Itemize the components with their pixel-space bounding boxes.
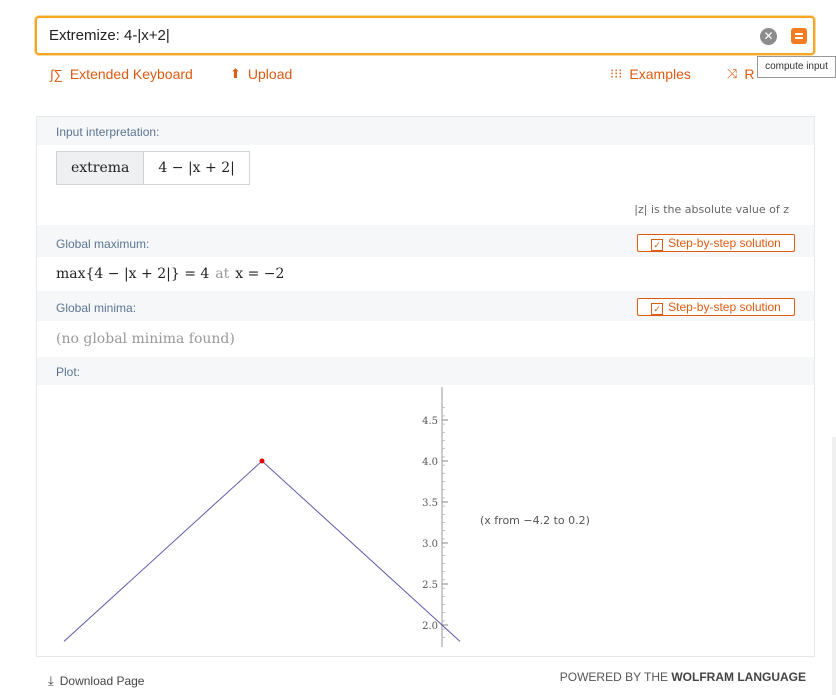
powered-prefix: POWERED BY THE bbox=[559, 670, 668, 684]
global-maximum-title: Global maximum: bbox=[56, 237, 150, 251]
y-tick-label: 4.0 bbox=[422, 457, 438, 468]
no-minima-text: (no global minima found) bbox=[56, 331, 235, 347]
interpretation-cell-extrema: extrema bbox=[57, 152, 145, 184]
random-label: R bbox=[744, 66, 755, 82]
checkbox-icon: ✓ bbox=[651, 239, 664, 251]
compute-tooltip: compute input bbox=[757, 56, 836, 78]
maximum-point bbox=[259, 458, 265, 464]
max-location: x = −2 bbox=[235, 266, 285, 282]
download-icon: ⤓ bbox=[48, 673, 54, 688]
checkbox-icon: ✓ bbox=[651, 303, 664, 315]
upload-icon: ⬆ bbox=[230, 66, 241, 81]
search-bar[interactable]: Extremize: 4-|x+2| ✕ bbox=[35, 16, 815, 55]
y-tick-label: 4.5 bbox=[422, 416, 438, 427]
global-maximum-result: max{4 − |x + 2|} = 4 at x = −2 bbox=[56, 266, 284, 282]
function-curve bbox=[63, 460, 461, 642]
upload-link[interactable]: ⬆ Upload bbox=[230, 66, 292, 82]
random-link[interactable]: ⤨ R bbox=[727, 66, 755, 82]
step-by-step-label-min: Step-by-step solution bbox=[668, 300, 781, 314]
interpretation-table: extrema 4 − |x + 2| bbox=[56, 151, 250, 185]
scrollbar[interactable] bbox=[832, 437, 836, 695]
extended-keyboard-label: Extended Keyboard bbox=[69, 66, 193, 82]
extended-keyboard-link[interactable]: ∫∑ Extended Keyboard bbox=[50, 66, 193, 82]
download-label: Download Page bbox=[59, 674, 145, 688]
clear-button[interactable]: ✕ bbox=[760, 28, 777, 45]
y-tick-label: 3.0 bbox=[422, 539, 438, 550]
compute-button[interactable] bbox=[791, 28, 807, 44]
step-by-step-button-min[interactable]: ✓ Step-by-step solution bbox=[637, 298, 795, 316]
shuffle-icon: ⤨ bbox=[727, 66, 738, 81]
grid-icon: ⁝⁝⁝ bbox=[610, 66, 623, 81]
download-page-link[interactable]: ⤓ Download Page bbox=[48, 673, 144, 689]
step-by-step-button-max[interactable]: ✓ Step-by-step solution bbox=[637, 234, 795, 252]
powered-by: POWERED BY THE WOLFRAM LANGUAGE bbox=[560, 670, 806, 684]
at-word: at bbox=[215, 266, 230, 282]
keyboard-icon: ∫∑ bbox=[50, 66, 63, 82]
input-interpretation-title: Input interpretation: bbox=[56, 125, 160, 139]
upload-label: Upload bbox=[247, 66, 293, 82]
absolute-value-note: |z| is the absolute value of z bbox=[634, 203, 789, 216]
plot-range-note: (x from −4.2 to 0.2) bbox=[480, 514, 590, 527]
y-tick-label: 2.0 bbox=[422, 621, 438, 632]
step-by-step-label-max: Step-by-step solution bbox=[668, 236, 781, 250]
plot-title: Plot: bbox=[56, 365, 81, 379]
y-tick-label: 2.5 bbox=[422, 580, 438, 591]
examples-link[interactable]: ⁝⁝⁝ Examples bbox=[610, 66, 691, 82]
interpretation-cell-function: 4 − |x + 2| bbox=[144, 152, 249, 184]
examples-label: Examples bbox=[629, 66, 691, 82]
search-input[interactable]: Extremize: 4-|x+2| bbox=[49, 27, 170, 44]
y-tick-label: 3.5 bbox=[422, 498, 438, 509]
max-expression: max{4 − |x + 2|} = 4 bbox=[56, 266, 210, 282]
powered-brand: WOLFRAM LANGUAGE bbox=[671, 670, 806, 684]
plot-chart: 2.0 2.5 3.0 3.5 4.0 4.5 bbox=[63, 387, 461, 647]
global-minima-title: Global minima: bbox=[56, 301, 137, 315]
results-panel: Input interpretation: extrema 4 − |x + 2… bbox=[36, 116, 815, 657]
